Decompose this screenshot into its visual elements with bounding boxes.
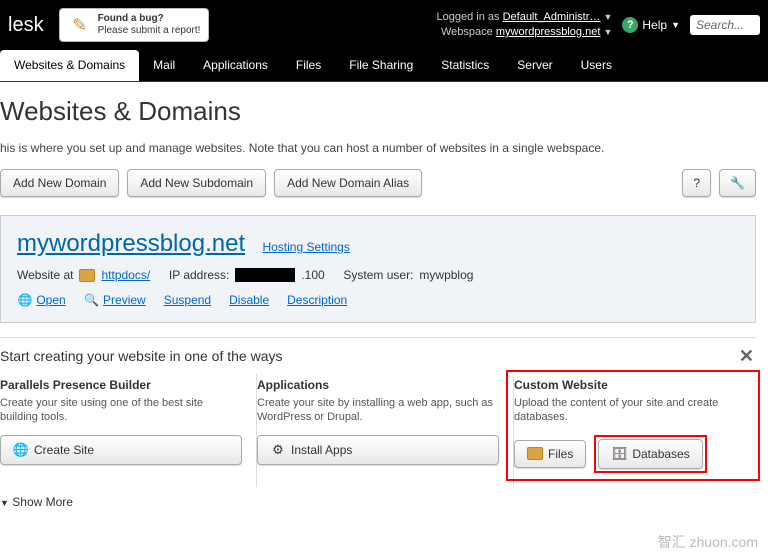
pencil-icon: ✎ xyxy=(68,13,92,37)
domain-panel: mywordpressblog.net Hosting Settings Web… xyxy=(0,215,756,323)
disable-link[interactable]: Disable xyxy=(229,293,269,307)
hosting-settings-link[interactable]: Hosting Settings xyxy=(262,240,349,254)
databases-button[interactable]: 🗄 Databases xyxy=(598,439,702,469)
toolbar: Add New Domain Add New Subdomain Add New… xyxy=(0,169,768,197)
close-icon[interactable]: ✕ xyxy=(739,346,754,367)
add-domain-button[interactable]: Add New Domain xyxy=(0,169,119,197)
database-icon: 🗄 xyxy=(611,446,627,462)
settings-button[interactable]: 🔧 xyxy=(719,169,756,197)
databases-highlight: 🗄 Databases xyxy=(594,435,706,473)
highlight-box: Custom Website Upload the content of you… xyxy=(506,370,760,481)
top-bar: lesk ✎ Found a bug? Please submit a repo… xyxy=(0,0,768,50)
bug-report-button[interactable]: ✎ Found a bug? Please submit a report! xyxy=(59,8,210,42)
preview-icon: 🔍 xyxy=(84,292,100,308)
help-icon: ? xyxy=(622,17,638,33)
bug-title: Found a bug? xyxy=(98,13,164,24)
tab-mail[interactable]: Mail xyxy=(139,50,189,81)
page-title: Websites & Domains xyxy=(0,96,768,127)
tab-server[interactable]: Server xyxy=(503,50,566,81)
search-input[interactable]: Search... xyxy=(690,15,760,35)
col-presence-builder: Parallels Presence Builder Create your s… xyxy=(0,374,257,487)
folder-icon xyxy=(79,269,95,282)
wrench-icon: 🔧 xyxy=(730,176,745,190)
show-more-toggle[interactable]: ▼ Show More xyxy=(0,495,760,509)
tab-statistics[interactable]: Statistics xyxy=(427,50,503,81)
files-button[interactable]: Files xyxy=(514,440,586,468)
create-heading: Start creating your website in one of th… xyxy=(0,348,756,364)
page-description: his is where you set up and manage websi… xyxy=(0,141,768,155)
logged-user-link[interactable]: Default_Administr… xyxy=(503,11,601,23)
main-tabs: Websites & Domains Mail Applications Fil… xyxy=(0,50,768,82)
col-applications: Applications Create your site by install… xyxy=(257,374,514,487)
folder-icon xyxy=(527,447,543,460)
description-link[interactable]: Description xyxy=(287,293,347,307)
bug-subtitle: Please submit a report! xyxy=(98,25,201,36)
domain-info-line: Website at httpdocs/ IP address: .100 Sy… xyxy=(17,268,739,282)
tab-files[interactable]: Files xyxy=(282,50,335,81)
gear-icon: ⚙ xyxy=(270,442,286,458)
add-alias-button[interactable]: Add New Domain Alias xyxy=(274,169,422,197)
help-menu[interactable]: ? Help ▼ xyxy=(622,17,680,33)
add-subdomain-button[interactable]: Add New Subdomain xyxy=(127,169,266,197)
watermark: 智汇 zhuon.com xyxy=(658,532,758,552)
system-user: mywpblog xyxy=(419,268,473,282)
preview-link[interactable]: Preview xyxy=(103,293,146,307)
ip-redacted xyxy=(235,268,295,282)
chevron-down-icon: ▼ xyxy=(0,498,9,508)
httpdocs-link[interactable]: httpdocs/ xyxy=(101,268,150,282)
tab-applications[interactable]: Applications xyxy=(189,50,282,81)
login-info: Logged in as Default_Administr… ▼ Webspa… xyxy=(437,10,623,41)
col-custom-website: Custom Website Upload the content of you… xyxy=(514,374,756,487)
main-content: Websites & Domains his is where you set … xyxy=(0,82,768,523)
tab-file-sharing[interactable]: File Sharing xyxy=(335,50,427,81)
domain-name-link[interactable]: mywordpressblog.net xyxy=(17,230,245,257)
create-section: ✕ Start creating your website in one of … xyxy=(0,337,756,487)
globe-icon: 🌐 xyxy=(13,442,29,458)
webspace-link[interactable]: mywordpressblog.net xyxy=(496,26,601,38)
tab-websites-domains[interactable]: Websites & Domains xyxy=(0,50,139,81)
tab-users[interactable]: Users xyxy=(567,50,626,81)
help-button[interactable]: ? xyxy=(682,169,711,197)
globe-icon: 🌐 xyxy=(17,292,33,308)
suspend-link[interactable]: Suspend xyxy=(164,293,211,307)
domain-actions: 🌐 Open 🔍 Preview Suspend Disable Descrip… xyxy=(17,292,739,308)
open-link[interactable]: Open xyxy=(36,293,65,307)
install-apps-button[interactable]: ⚙ Install Apps xyxy=(257,435,499,465)
plesk-logo: lesk xyxy=(8,14,44,37)
create-site-button[interactable]: 🌐 Create Site xyxy=(0,435,242,465)
